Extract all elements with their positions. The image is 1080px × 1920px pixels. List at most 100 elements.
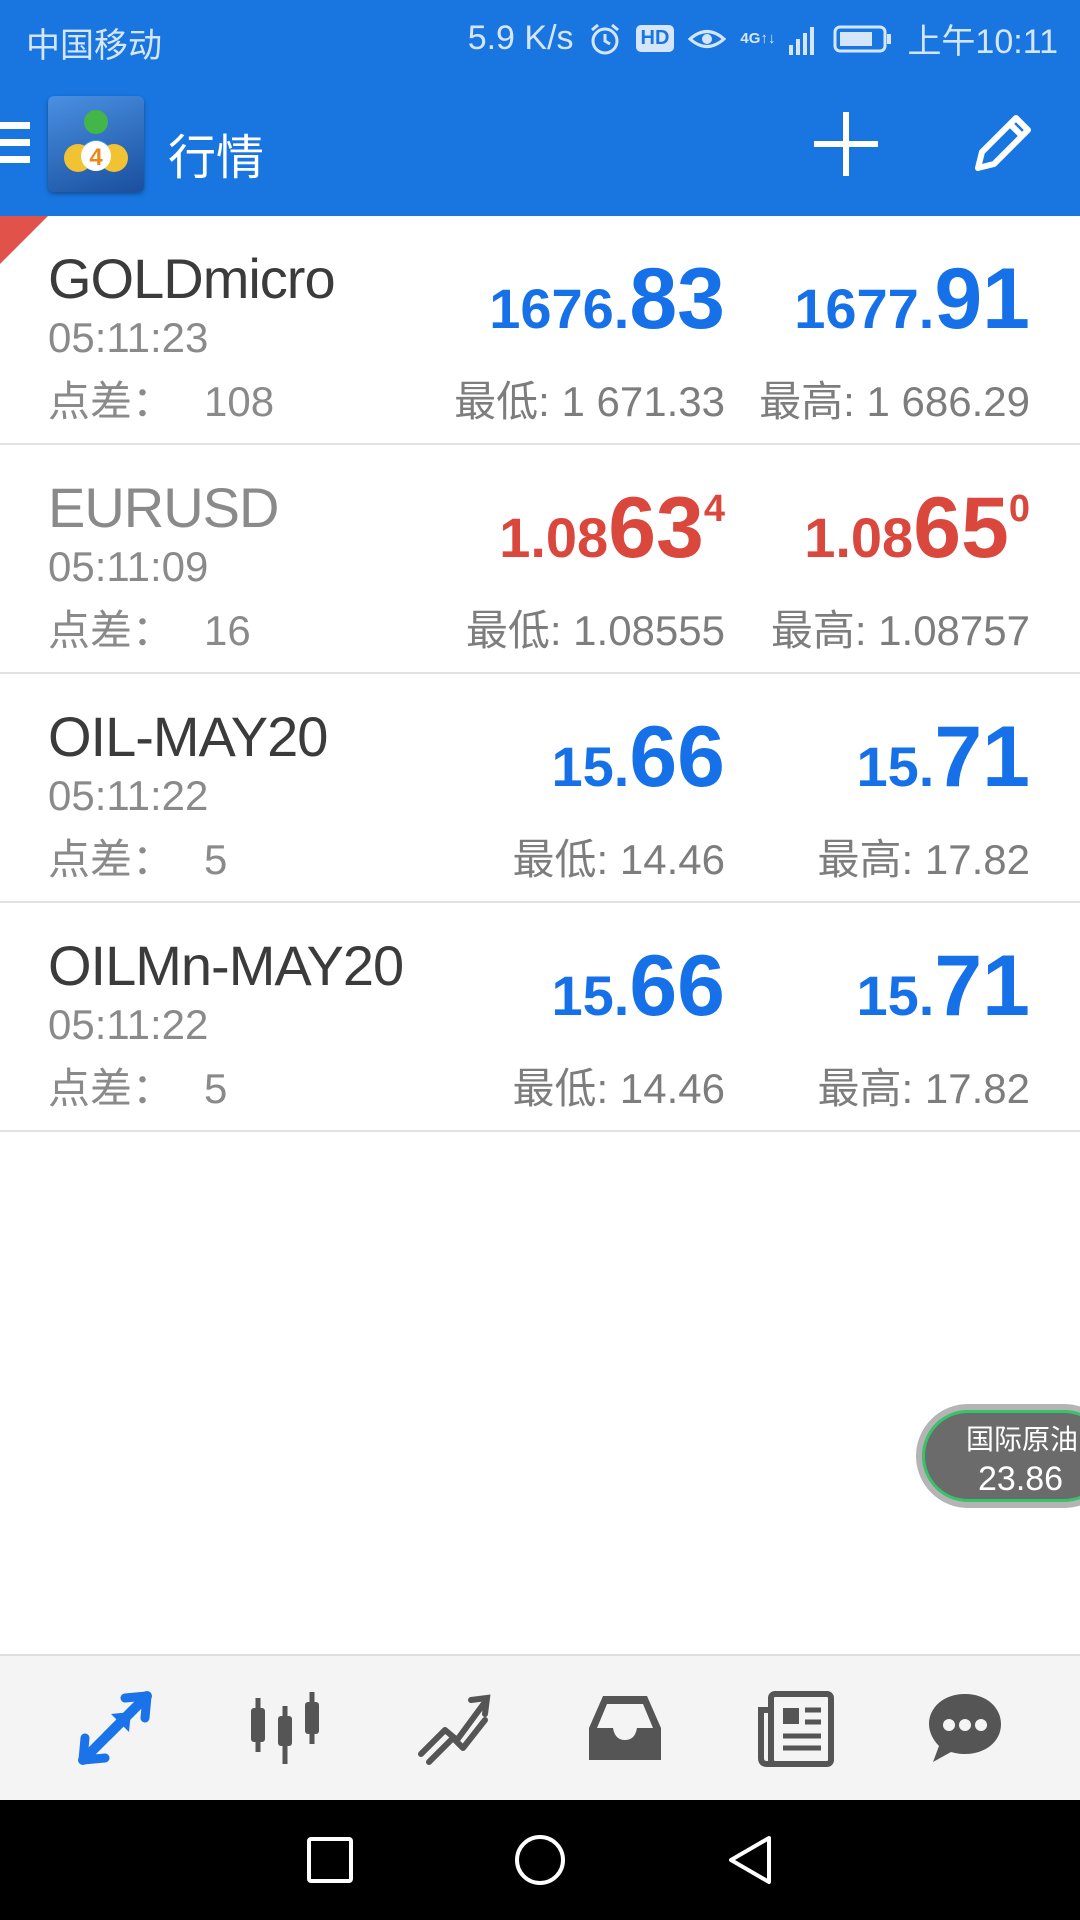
- nav-chat[interactable]: [915, 1678, 1015, 1778]
- spread-value: 5: [204, 836, 228, 883]
- chart-icon: [251, 1692, 319, 1764]
- bid-price-small: 15.: [551, 735, 630, 798]
- bid-price-big: 83: [629, 251, 725, 347]
- symbol-name: OILMn-MAY20: [48, 934, 404, 997]
- crude-oil-floating-widget[interactable]: 国际原油 23.86: [916, 1404, 1080, 1508]
- quotes-icon: [78, 1691, 152, 1765]
- nav-chart[interactable]: [235, 1678, 335, 1778]
- app-bar: 4 行情: [0, 76, 1080, 216]
- quote-time: 05:11:22: [48, 772, 209, 819]
- nav-trade[interactable]: [405, 1678, 505, 1778]
- spread-label: 点差：: [48, 607, 175, 654]
- ask-price: 15.71: [856, 937, 1030, 1034]
- add-symbol-button[interactable]: [808, 106, 884, 182]
- ask-price-big: 65: [913, 480, 1009, 576]
- recents-button[interactable]: [300, 1830, 360, 1890]
- symbol-name: OIL-MAY20: [48, 705, 328, 768]
- daily-high: 最高: 1.08757: [770, 607, 1030, 654]
- ask-price-small: 1.08: [804, 506, 914, 569]
- bid-price-big: 66: [629, 938, 725, 1034]
- selected-flag-icon: [0, 216, 48, 264]
- signal-icon: [789, 23, 819, 55]
- recents-icon: [307, 1837, 353, 1883]
- daily-high: 最高: 1 686.29: [759, 378, 1030, 425]
- menu-icon[interactable]: [0, 122, 30, 168]
- ask-price: 1.08650: [804, 479, 1030, 576]
- quote-row-oil-may20[interactable]: OIL-MAY20 05:11:22 点差： 5 15.66 15.71 最低: …: [0, 674, 1080, 903]
- svg-text:4: 4: [89, 144, 103, 171]
- ask-price: 1677.91: [794, 250, 1030, 347]
- spread: 点差： 108: [48, 368, 274, 429]
- add-icon: [814, 112, 878, 176]
- network-type-label: 4G: [740, 30, 761, 47]
- bid-price-small: 1676.: [489, 277, 630, 340]
- widget-label: 国际原油: [966, 1424, 1079, 1455]
- net-speed: 5.9 K/s: [467, 19, 574, 57]
- back-button[interactable]: [720, 1830, 780, 1890]
- daily-low: 最低: 14.46: [512, 1065, 725, 1112]
- quote-time: 05:11:22: [48, 1001, 209, 1048]
- trade-icon: [418, 1694, 491, 1765]
- nav-history[interactable]: [575, 1678, 675, 1778]
- home-icon: [515, 1835, 565, 1885]
- bid-price: 1676.83: [489, 250, 725, 347]
- bid-price: 15.66: [551, 937, 725, 1034]
- daily-low: 最低: 1 671.33: [454, 378, 725, 425]
- quote-list: GOLDmicro 05:11:23 点差： 108 1676.83 1677.9…: [0, 216, 1080, 1132]
- daily-low: 最低: 14.46: [512, 836, 725, 883]
- ask-price: 15.71: [856, 708, 1030, 805]
- spread-value: 5: [204, 1065, 228, 1112]
- home-button[interactable]: [510, 1830, 570, 1890]
- bid-price: 1.08634: [499, 479, 725, 576]
- spread-label: 点差：: [48, 1065, 175, 1112]
- quote-row-eurusd[interactable]: EURUSD 05:11:09 点差： 16 1.08634 1.08650 最低…: [0, 445, 1080, 674]
- status-bar: 中国移动 5.9 K/s HD 4G ↑↓ 上午10:11: [0, 0, 1080, 76]
- eye-icon: [688, 24, 727, 54]
- spread: 点差： 5: [48, 1055, 227, 1116]
- carrier-name: 中国移动: [26, 27, 162, 65]
- ask-price-big: 91: [934, 251, 1030, 347]
- symbol-name: EURUSD: [48, 476, 279, 539]
- page-title: 行情: [168, 132, 265, 185]
- hd-icon: HD: [635, 25, 675, 52]
- ask-price-big: 71: [934, 709, 1030, 805]
- alarm-icon: [588, 22, 622, 56]
- ask-price-small: 15.: [856, 735, 935, 798]
- edit-list-button[interactable]: [964, 106, 1040, 182]
- nav-quotes[interactable]: [65, 1678, 165, 1778]
- edit-icon: [975, 115, 1031, 171]
- symbol-name: GOLDmicro: [48, 247, 336, 310]
- ask-price-big: 71: [934, 938, 1030, 1034]
- quote-row-goldmicro[interactable]: GOLDmicro 05:11:23 点差： 108 1676.83 1677.9…: [0, 216, 1080, 445]
- history-icon: [589, 1696, 661, 1760]
- spread-label: 点差：: [48, 836, 175, 883]
- system-nav-bar: [0, 1800, 1080, 1920]
- daily-high: 最高: 17.82: [817, 836, 1030, 883]
- ask-price-small: 1677.: [794, 277, 935, 340]
- spread-value: 108: [204, 378, 275, 425]
- quote-time: 05:11:23: [48, 314, 209, 361]
- quote-row-oilmn-may20[interactable]: OILMn-MAY20 05:11:22 点差： 5 15.66 15.71 最低…: [0, 903, 1080, 1132]
- quote-time: 05:11:09: [48, 543, 209, 590]
- widget-value: 23.86: [978, 1460, 1064, 1498]
- metatrader-logo[interactable]: 4: [48, 96, 144, 192]
- daily-low: 最低: 1.08555: [465, 607, 725, 654]
- back-icon: [729, 1836, 771, 1884]
- nav-news[interactable]: [745, 1678, 845, 1778]
- daily-high: 最高: 17.82: [817, 1065, 1030, 1112]
- bid-price-small: 1.08: [499, 506, 609, 569]
- bid-price-big: 66: [629, 709, 725, 805]
- spread-label: 点差：: [48, 378, 175, 425]
- battery-icon: [833, 24, 893, 54]
- bid-price-big: 63: [608, 480, 704, 576]
- status-icons: 5.9 K/s HD 4G ↑↓ 上午10:11: [468, 14, 1058, 63]
- chat-icon: [929, 1694, 1001, 1762]
- bid-price-sup: 4: [703, 488, 725, 530]
- bid-price-small: 15.: [551, 964, 630, 1027]
- bottom-nav: [0, 1654, 1080, 1800]
- bid-price: 15.66: [551, 708, 725, 805]
- spread: 点差： 16: [48, 597, 251, 658]
- network-type: 4G ↑↓: [740, 31, 775, 46]
- ask-price-sup: 0: [1008, 488, 1030, 530]
- network-activity: ↑↓: [760, 30, 776, 47]
